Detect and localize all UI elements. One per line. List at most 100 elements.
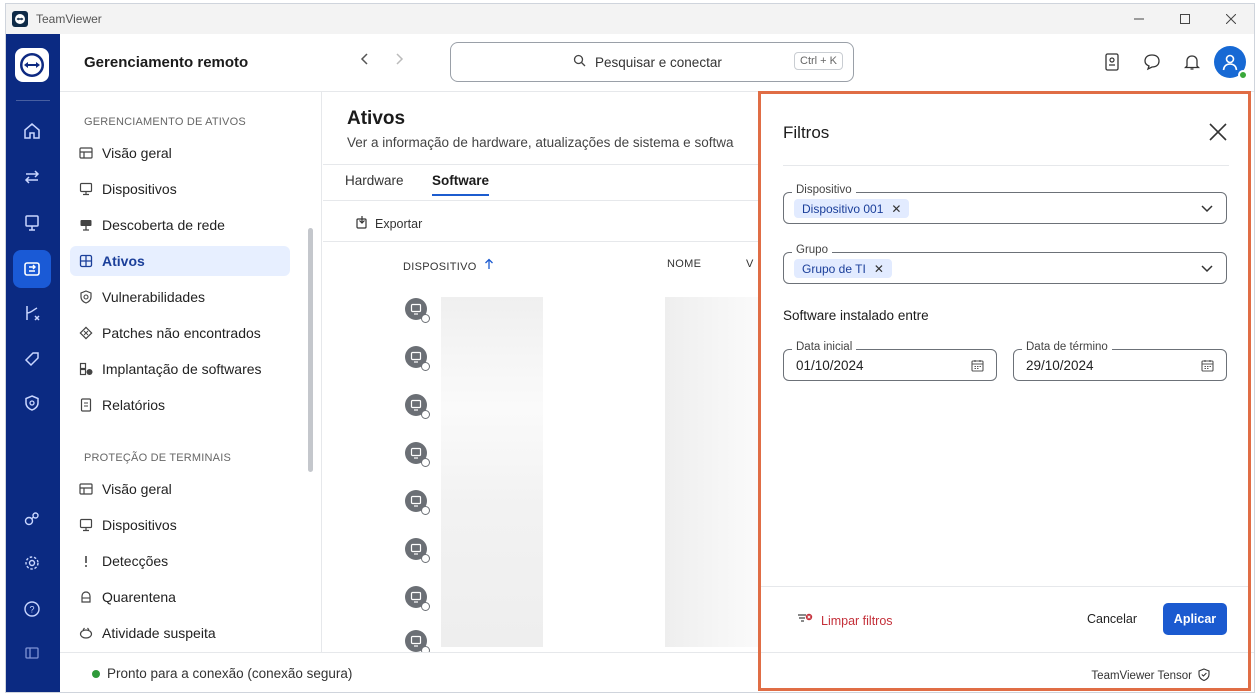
close-icon[interactable] [1206,120,1230,144]
sidebar-item-deteccoes[interactable]: Detecções [70,546,290,576]
device-icon [405,490,430,515]
status-text: Pronto para a conexão (conexão segura) [107,666,353,681]
shield-icon [1198,668,1210,684]
remote-screen-icon[interactable] [13,204,51,242]
content-subtitle: Ver a informação de hardware, atualizaçõ… [347,135,734,150]
dashboard-icon [78,481,94,497]
status-dot [92,670,100,678]
calendar-icon[interactable] [1201,359,1214,377]
sidebar-item-label: Implantação de softwares [102,361,262,377]
chevron-down-icon[interactable] [1200,261,1214,280]
home-icon[interactable] [13,112,51,150]
sidebar-item-dispositivos-2[interactable]: Dispositivos [70,510,290,540]
tab-hardware[interactable]: Hardware [345,173,404,188]
search-input[interactable]: Pesquisar e conectar Ctrl + K [450,42,854,82]
close-window-button[interactable] [1208,4,1254,34]
device-filter-select[interactable]: Dispositivo Dispositivo 001 ✕ [783,184,1227,224]
tag-icon[interactable] [13,340,51,378]
grid-icon [78,253,94,269]
sidebar-item-vulnerabilidades[interactable]: Vulnerabilidades [70,282,290,312]
sidebar-item-label: Ativos [102,253,145,269]
clear-filters-label: Limpar filtros [821,613,893,628]
end-date-field[interactable]: Data de término 29/10/2024 [1013,341,1227,381]
export-button[interactable]: Exportar [355,215,422,232]
settings-gear-icon[interactable] [13,544,51,582]
sidebar-item-descoberta-de-rede[interactable]: Descoberta de rede [70,210,290,240]
shield-gear-icon[interactable] [13,384,51,422]
sidebar-scrollbar[interactable] [308,228,313,472]
end-date-label: Data de término [1022,341,1112,353]
tab-software[interactable]: Software [432,173,490,196]
column-header-versao[interactable]: V [746,258,754,270]
cancel-button[interactable]: Cancelar [1087,612,1137,626]
sidebar: GERENCIAMENTO DE ATIVOS Visão geral Disp… [60,92,322,652]
column-header-nome[interactable]: NOME [667,258,701,270]
device-icon [405,630,430,655]
sidebar-item-label: Patches não encontrados [102,325,261,341]
remote-management-icon[interactable] [13,250,51,288]
network-icon [78,217,94,233]
chat-icon[interactable] [1132,46,1172,78]
transfer-icon[interactable] [13,158,51,196]
sidebar-item-visao-geral-2[interactable]: Visão geral [70,474,290,504]
minimize-button[interactable] [1116,4,1162,34]
content-toolbar: Exportar [323,200,768,242]
page-title: Gerenciamento remoto [84,54,249,71]
column-header-dispositivo[interactable]: DISPOSITIVO [403,258,494,273]
sidebar-item-label: Atividade suspeita [102,625,216,641]
svg-text:?: ? [29,605,34,615]
sidebar-item-implantacao[interactable]: Implantação de softwares [70,354,290,384]
sidebar-item-label: Descoberta de rede [102,217,225,233]
workflow-icon[interactable] [13,294,51,332]
avatar[interactable] [1214,46,1248,80]
sidebar-item-ativos[interactable]: Ativos [70,246,290,276]
column-label: DISPOSITIVO [403,261,477,273]
remove-chip-icon[interactable]: ✕ [891,202,901,216]
export-label: Exportar [375,216,423,231]
group-filter-select[interactable]: Grupo Grupo de TI ✕ [783,244,1227,284]
shortcut-hint: Ctrl + K [794,52,843,70]
content-title: Ativos [347,108,406,129]
search-icon [573,54,586,70]
device-icon [405,538,430,563]
sidebar-item-patches[interactable]: Patches não encontrados [70,318,290,348]
tab-bar: Hardware Software [323,164,768,200]
activity-icon [78,625,94,641]
sidebar-item-relatorios[interactable]: Relatórios [70,390,290,420]
group-filter-label: Grupo [792,244,832,256]
end-date-value: 29/10/2024 [1026,358,1094,373]
calendar-icon[interactable] [971,359,984,377]
deploy-icon [78,361,94,377]
tensor-branding: TeamViewer Tensor [1091,668,1210,684]
contacts-book-icon[interactable] [1092,46,1132,78]
notification-bell-icon[interactable] [1172,46,1212,78]
export-icon [355,215,369,232]
back-arrow-icon[interactable] [358,52,372,71]
sidebar-item-label: Relatórios [102,397,166,413]
clear-filters-button[interactable]: Limpar filtros [797,612,893,629]
apply-button[interactable]: Aplicar [1163,603,1227,635]
teamviewer-logo-icon[interactable] [15,48,49,82]
chip-label: Dispositivo 001 [802,201,884,216]
remove-chip-icon[interactable]: ✕ [874,262,884,276]
teamviewer-logo-icon [12,11,28,27]
maximize-button[interactable] [1162,4,1208,34]
sidebar-item-label: Dispositivos [102,517,177,533]
sidebar-item-quarentena[interactable]: Quarentena [70,582,290,612]
sidebar-item-visao-geral[interactable]: Visão geral [70,138,290,168]
sidebar-item-label: Dispositivos [102,181,177,197]
sidebar-item-dispositivos[interactable]: Dispositivos [70,174,290,204]
quarantine-icon [78,589,94,605]
monitor-icon [78,181,94,197]
filters-panel: Filtros Dispositivo Dispositivo 001 ✕ Gr… [758,91,1251,691]
patch-icon [78,325,94,341]
sidebar-item-label: Quarentena [102,589,176,605]
collapse-panel-icon[interactable] [13,634,51,672]
forward-arrow-icon[interactable] [392,52,406,71]
help-icon[interactable]: ? [13,590,51,628]
integrations-icon[interactable] [13,500,51,538]
sidebar-item-atividade-suspeita[interactable]: Atividade suspeita [70,618,290,648]
chevron-down-icon[interactable] [1200,201,1214,220]
sidebar-item-label: Vulnerabilidades [102,289,205,305]
start-date-field[interactable]: Data inicial 01/10/2024 [783,341,997,381]
